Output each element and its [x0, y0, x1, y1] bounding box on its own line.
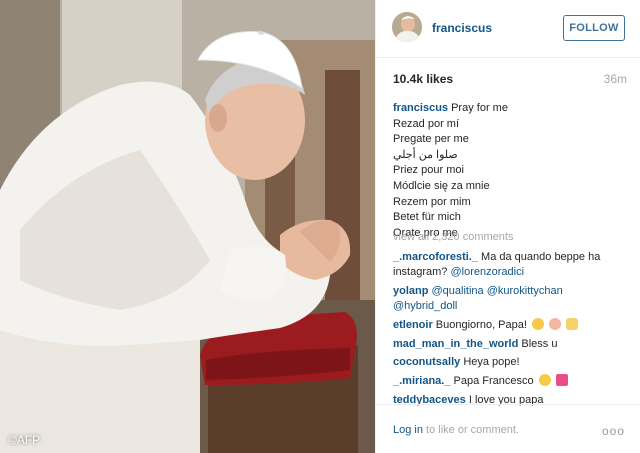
caption-username[interactable]: franciscus: [393, 102, 448, 114]
post-caption: franciscus Pray for me Rezad por mí Preg…: [393, 101, 627, 241]
comment-username[interactable]: etlenoir: [393, 319, 433, 331]
caption-line: Rezad por mí: [393, 117, 460, 130]
raised-hands-emoji-icon: [566, 317, 579, 330]
comment-text: Papa Francesco: [453, 374, 534, 387]
post-author-username[interactable]: franciscus: [432, 21, 492, 35]
follow-button[interactable]: FOLLOW: [563, 15, 625, 41]
comments-list: _.marcoforesti._ Ma da quando beppe ha i…: [393, 250, 627, 411]
post-photo: ©AFP: [0, 0, 375, 453]
comment-mention[interactable]: @kurokittychan: [487, 285, 563, 297]
view-all-comments-link[interactable]: view all 2,320 comments: [393, 231, 513, 243]
comment-text: Heya pope!: [463, 356, 520, 369]
photo-illustration: [0, 0, 375, 453]
smiley-emoji-icon: [532, 317, 544, 330]
comment-username[interactable]: yolanp: [393, 285, 428, 297]
post-footer: Log in to like or comment. ooo: [376, 404, 640, 453]
baby-emoji-icon: [549, 317, 562, 330]
comment-username[interactable]: coconutsally: [393, 356, 460, 368]
caption-line: Rezem por mim: [393, 195, 471, 208]
comment-item: yolanp @qualitina @kurokittychan @hybrid…: [393, 284, 627, 314]
comment-mention[interactable]: @qualitina: [432, 285, 484, 297]
comment-username[interactable]: mad_man_in_the_world: [393, 338, 518, 350]
comment-text: Bless u: [521, 337, 558, 350]
caption-line: Priez pour moi: [393, 164, 464, 177]
comment-mention[interactable]: @lorenzoradici: [450, 266, 524, 278]
comment-username[interactable]: _.miriana._: [393, 375, 450, 387]
post-stats: 10.4k likes 36m: [393, 72, 627, 90]
login-prompt-text: to like or comment.: [426, 424, 519, 436]
caption-text: Pray for me: [451, 102, 508, 114]
caption-arabic-text: صلوا من أجلي: [393, 148, 458, 161]
post-timestamp: 36m: [603, 72, 627, 86]
ribbon-emoji-icon: [555, 373, 568, 386]
post-header: franciscus FOLLOW: [376, 0, 640, 58]
avatar[interactable]: [392, 12, 422, 42]
comment-text: Buongiorno, Papa!: [435, 318, 527, 331]
comment-username[interactable]: _.marcoforesti._: [393, 251, 478, 263]
caption-line: Pregate per me: [393, 133, 469, 146]
likes-count[interactable]: 10.4k likes: [393, 72, 453, 86]
comment-item: _.miriana._ Papa Francesco: [393, 373, 627, 389]
caption-line: Módlcie się za mnie: [393, 179, 490, 192]
caption-line: franciscus Pray for me: [393, 101, 627, 117]
avatar-image: [392, 12, 422, 42]
more-options-icon[interactable]: ooo: [602, 424, 625, 438]
comment-item: _.marcoforesti._ Ma da quando beppe ha i…: [393, 250, 627, 280]
photo-credit: ©AFP: [8, 433, 41, 447]
smiley-emoji-icon: [538, 373, 551, 386]
comment-mention[interactable]: @hybrid_doll: [393, 300, 457, 312]
caption-line: Betet für mich: [393, 211, 461, 224]
caption-line: صلوا من أجلي: [393, 148, 627, 164]
post-details-panel: franciscus FOLLOW 10.4k likes 36m franci…: [375, 0, 640, 453]
comment-item: etlenoir Buongiorno, Papa!: [393, 317, 627, 333]
comment-item: mad_man_in_the_world Bless u: [393, 337, 627, 352]
comment-item: coconutsally Heya pope!: [393, 355, 627, 370]
login-link[interactable]: Log in: [393, 424, 423, 436]
login-prompt: Log in to like or comment.: [393, 424, 519, 436]
